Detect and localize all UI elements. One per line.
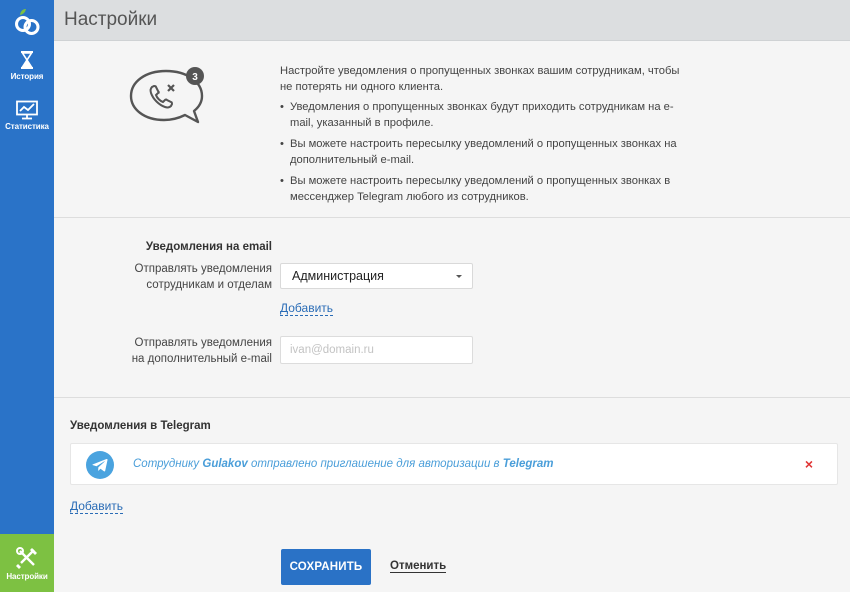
extra-email-label-line: на дополнительный e-mail xyxy=(131,353,272,365)
depts-select-value: Администрация xyxy=(292,269,384,283)
page-header: Настройки xyxy=(54,0,850,41)
message-text: отправлено приглашение для авторизации в xyxy=(247,458,503,470)
extra-email-label: Отправлять уведомления на дополнительный… xyxy=(72,335,272,367)
sidebar-item-label: Статистика xyxy=(5,122,49,131)
remove-icon[interactable]: × xyxy=(805,456,813,472)
sidebar-item-label: Настройки xyxy=(6,571,48,581)
caret-down-icon xyxy=(456,275,462,278)
sidebar-item-history[interactable]: История xyxy=(0,50,54,92)
intro-panel: 3 Настройте уведомления о пропущенных зв… xyxy=(54,41,850,218)
intro-text: Настройте уведомления о пропущенных звон… xyxy=(280,63,680,210)
cancel-button[interactable]: Отменить xyxy=(390,560,447,573)
message-text: Сотруднику xyxy=(133,458,203,470)
add-dept-link[interactable]: Добавить xyxy=(280,302,334,316)
add-telegram-link[interactable]: Добавить xyxy=(70,500,124,514)
app-logo[interactable] xyxy=(0,0,54,42)
extra-email-label-line: Отправлять уведомления xyxy=(134,337,272,349)
missed-call-icon: 3 xyxy=(129,67,204,124)
hourglass-icon xyxy=(21,51,33,69)
sidebar-item-statistics[interactable]: Статистика xyxy=(0,100,54,142)
telegram-invite-message: Сотруднику Gulakov отправлено приглашени… xyxy=(133,458,553,470)
telegram-section-title: Уведомления в Telegram xyxy=(70,420,211,432)
service-name: Telegram xyxy=(502,458,554,470)
list-item: Вы можете настроить пересылку уведомлени… xyxy=(280,136,680,168)
email-section-title: Уведомления на email xyxy=(145,241,272,253)
email-notifications-section: Уведомления на email Отправлять уведомле… xyxy=(54,218,850,398)
save-button[interactable]: СОХРАНИТЬ xyxy=(281,549,371,585)
missed-count-badge: 3 xyxy=(192,72,198,83)
logo-icon xyxy=(15,9,40,35)
depts-label-line: Отправлять уведомления xyxy=(134,263,272,275)
extra-email-input[interactable] xyxy=(280,336,473,364)
list-item: Вы можете настроить пересылку уведомлени… xyxy=(280,173,680,205)
page-title: Настройки xyxy=(64,9,158,30)
list-item: Уведомления о пропущенных звонках будут … xyxy=(280,99,680,131)
telegram-invite-card: Сотруднику Gulakov отправлено приглашени… xyxy=(70,443,838,485)
chart-monitor-icon xyxy=(16,100,38,120)
missed-call-illustration: 3 xyxy=(128,65,210,132)
sidebar-item-settings[interactable]: Настройки xyxy=(0,534,54,592)
intro-lead: Настройте уведомления о пропущенных звон… xyxy=(280,65,680,93)
sidebar: История Статистика Настройки xyxy=(0,0,54,592)
employee-name: Gulakov xyxy=(202,458,248,470)
depts-label-line: сотрудникам и отделам xyxy=(146,279,272,291)
intro-bullets: Уведомления о пропущенных звонках будут … xyxy=(280,99,680,205)
depts-select[interactable]: Администрация xyxy=(280,263,473,289)
sidebar-item-label: История xyxy=(10,72,44,81)
tools-icon xyxy=(16,546,37,569)
telegram-icon xyxy=(86,451,114,484)
depts-label: Отправлять уведомления сотрудникам и отд… xyxy=(72,261,272,293)
